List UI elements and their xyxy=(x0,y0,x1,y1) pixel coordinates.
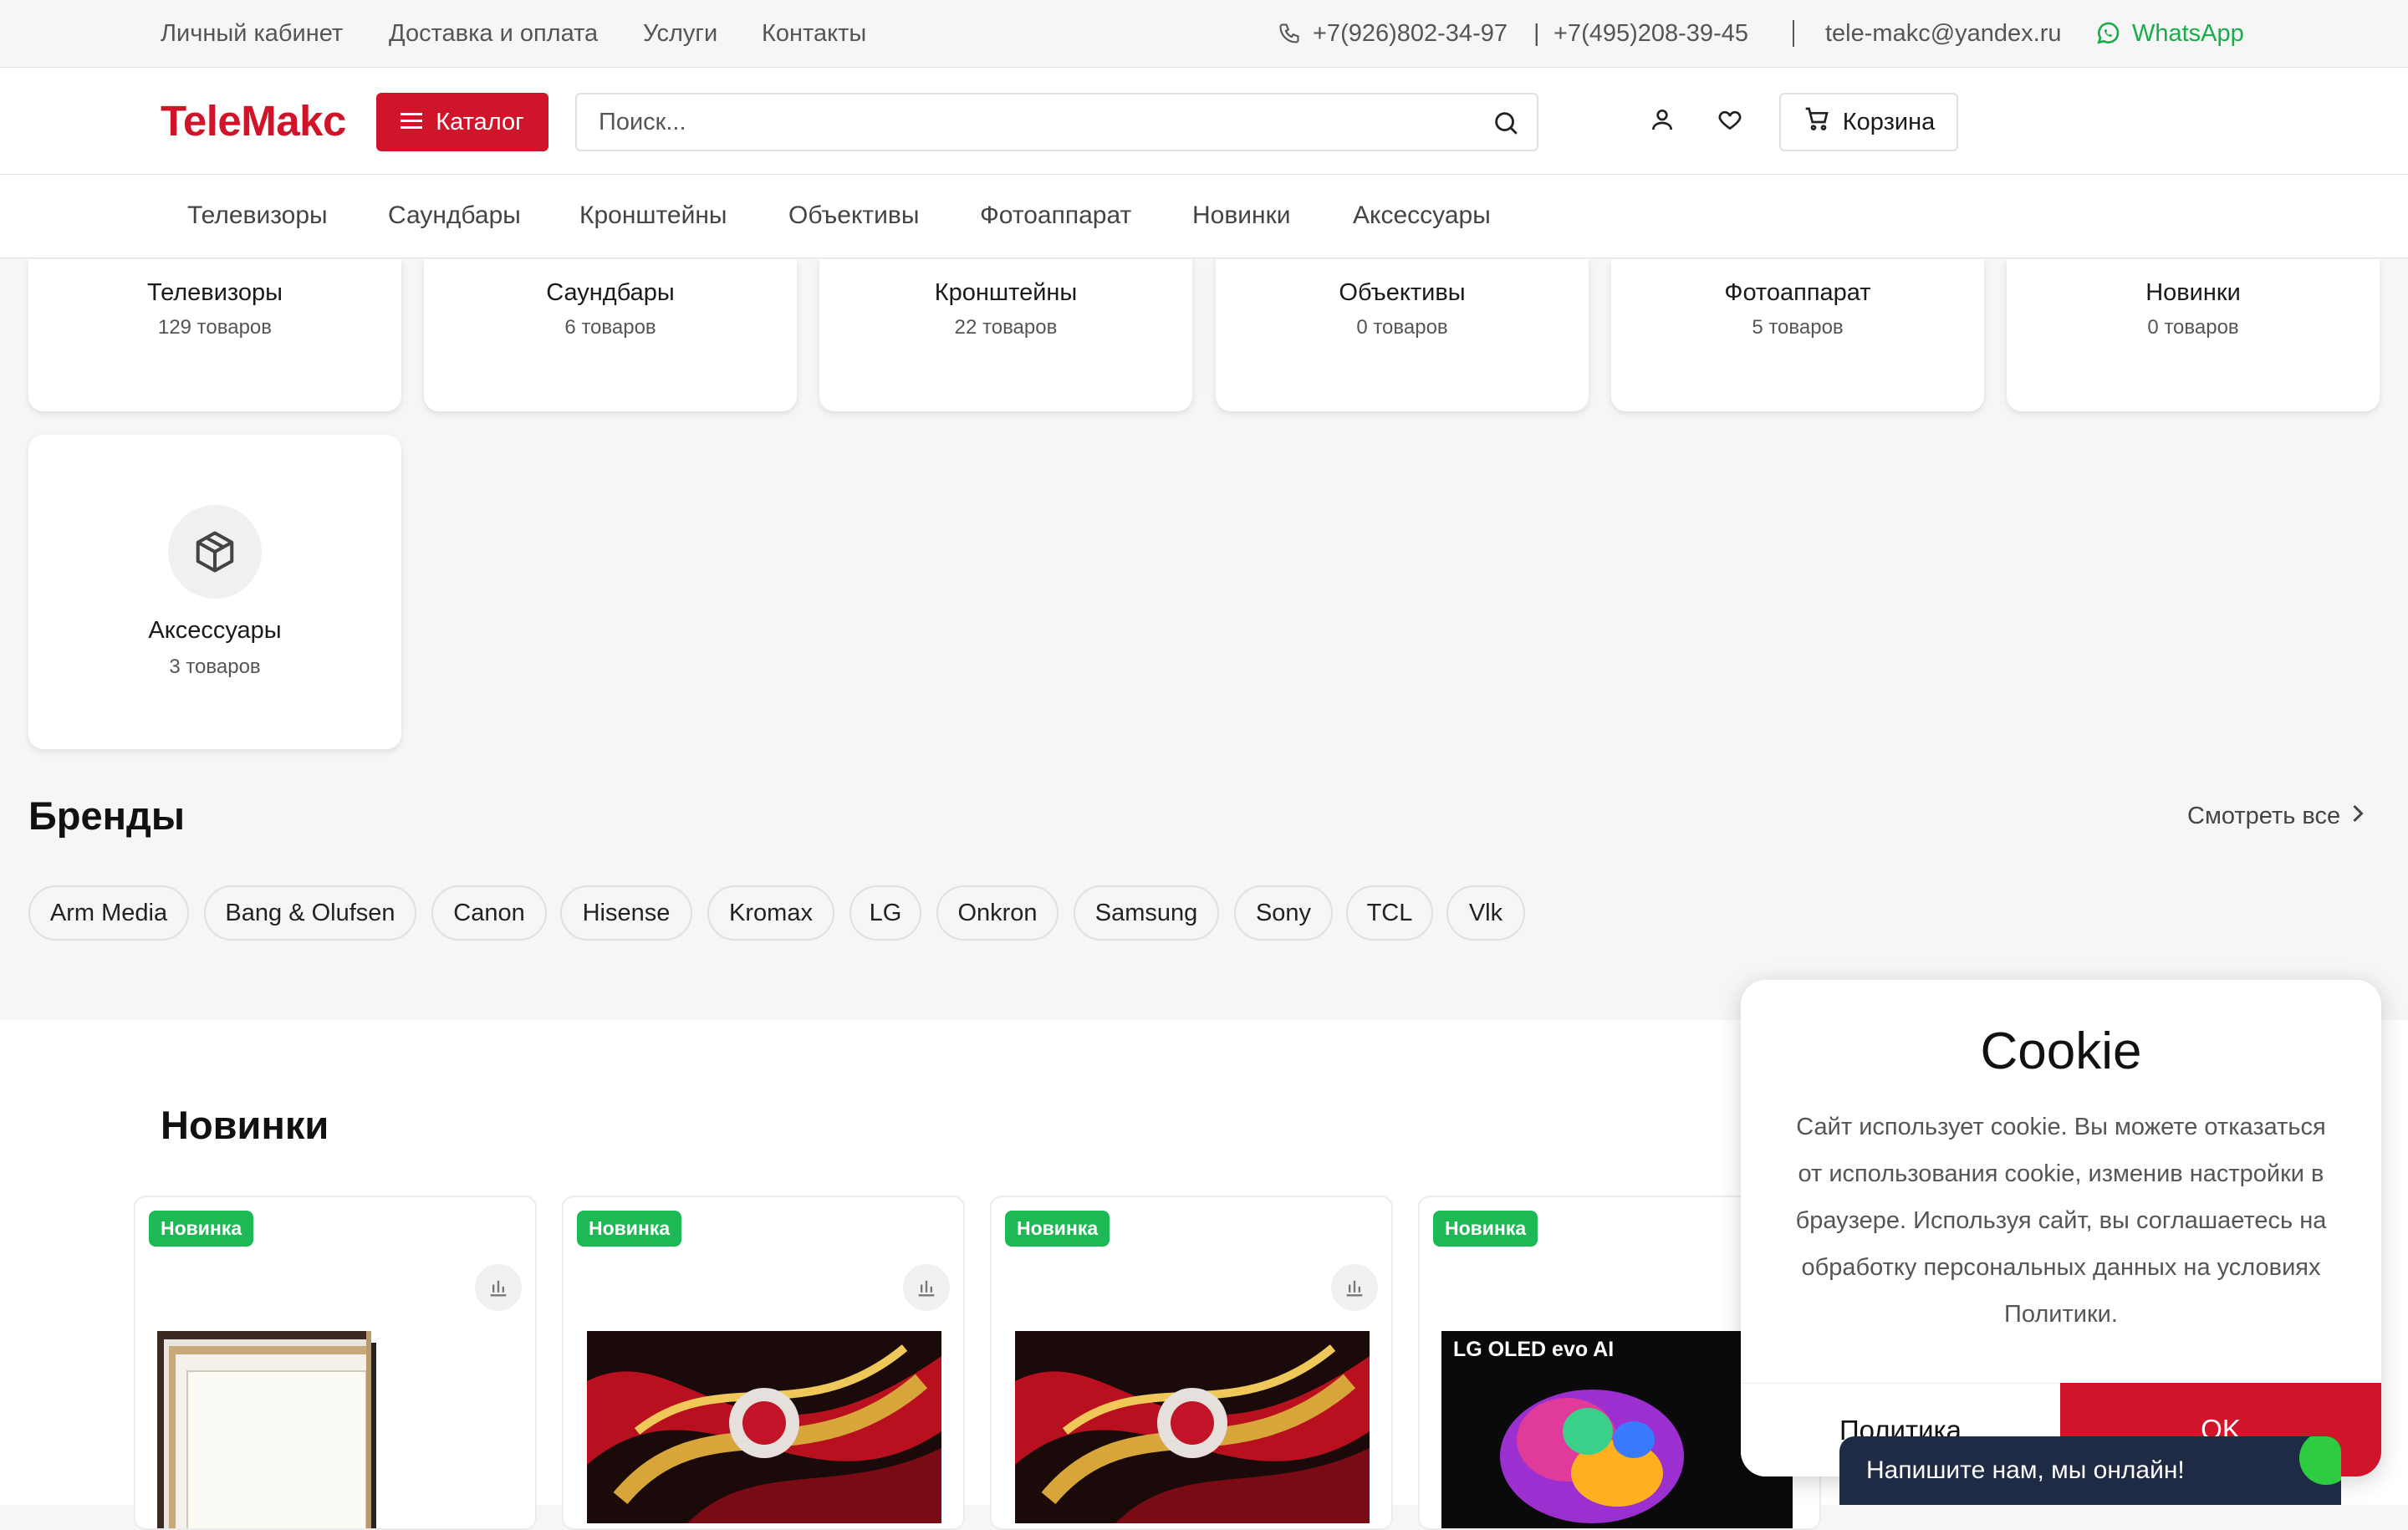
delivery-link[interactable]: Доставка и оплата xyxy=(389,18,598,48)
brand-chip[interactable]: Hisense xyxy=(560,885,692,941)
account-link[interactable]: Личный кабинет xyxy=(161,18,343,48)
category-name: Саундбары xyxy=(546,279,675,306)
new-products-title: Новинки xyxy=(161,1103,329,1147)
cart-label: Корзина xyxy=(1842,108,1936,135)
category-name: Новинки xyxy=(2145,279,2241,306)
see-all-label: Смотреть все xyxy=(2187,803,2341,829)
brand-chip[interactable]: TCL xyxy=(1346,885,1433,941)
chat-label: Напишите нам, мы онлайн! xyxy=(1866,1456,2185,1484)
online-indicator-icon xyxy=(2299,1436,2341,1485)
services-link[interactable]: Услуги xyxy=(643,18,717,48)
brand-chip[interactable]: Kromax xyxy=(707,885,834,941)
category-name: Кронштейны xyxy=(934,279,1078,306)
phone-1-link[interactable]: +7(926)802-34-97 xyxy=(1313,18,1508,48)
cart-button[interactable]: Корзина xyxy=(1779,93,1958,151)
brands-title: Бренды xyxy=(28,793,185,838)
nav-item-new[interactable]: Новинки xyxy=(1192,201,1291,230)
category-count: 3 товаров xyxy=(169,655,261,678)
brand-chip[interactable]: Vlk xyxy=(1446,885,1525,941)
category-name: Фотоаппарат xyxy=(1724,279,1871,306)
divider xyxy=(1793,20,1794,47)
nav-item-tvs[interactable]: Телевизоры xyxy=(187,201,328,230)
category-count: 22 товаров xyxy=(954,316,1058,339)
brand-chip[interactable]: Samsung xyxy=(1074,885,1219,941)
product-image: LG OLED evo AI xyxy=(1441,1331,1793,1528)
category-name: Объективы xyxy=(1339,279,1466,306)
box-icon xyxy=(168,505,262,599)
user-icon[interactable] xyxy=(1649,106,1676,137)
category-nav: Телевизоры Саундбары Кронштейны Объектив… xyxy=(0,175,2408,258)
compare-icon[interactable] xyxy=(1331,1264,1378,1311)
see-all-link[interactable]: Смотреть все xyxy=(2187,803,2365,830)
nav-item-lenses[interactable]: Объективы xyxy=(788,201,919,230)
whatsapp-icon xyxy=(2094,20,2121,51)
nav-item-accessories[interactable]: Аксессуары xyxy=(1353,201,1491,230)
logo[interactable]: TeleMakc xyxy=(161,96,346,145)
compare-icon[interactable] xyxy=(475,1264,522,1311)
brand-chip[interactable]: Sony xyxy=(1234,885,1333,941)
search-icon[interactable] xyxy=(1492,109,1520,141)
top-bar: Личный кабинет Доставка и оплата Услуги … xyxy=(0,0,2408,68)
lg-brand-text: LG OLED evo AI xyxy=(1453,1338,1615,1361)
product-image xyxy=(1015,1331,1370,1528)
new-badge: Новинка xyxy=(1433,1211,1538,1247)
brand-chip[interactable]: Arm Media xyxy=(28,885,189,941)
menu-icon xyxy=(400,109,423,136)
header: TeleMakc Каталог Корзина xyxy=(0,68,2408,175)
new-badge: Новинка xyxy=(577,1211,682,1247)
category-card-soundbars[interactable]: Саундбары 6 товаров xyxy=(424,259,797,411)
category-count: 6 товаров xyxy=(564,316,656,339)
category-card-cameras[interactable]: Фотоаппарат 5 товаров xyxy=(1611,259,1984,411)
phone-separator: | xyxy=(1533,20,1540,47)
nav-item-brackets[interactable]: Кронштейны xyxy=(579,201,727,230)
brand-chip[interactable]: Bang & Olufsen xyxy=(204,885,416,941)
category-card-tvs[interactable]: Телевизоры 129 товаров xyxy=(28,259,401,411)
cookie-text: Сайт использует cookie. Вы можете отказа… xyxy=(1795,1114,2327,1328)
category-count: 129 товаров xyxy=(157,316,273,339)
whatsapp-link[interactable]: WhatsApp xyxy=(2132,18,2244,48)
compare-icon[interactable] xyxy=(903,1264,950,1311)
brand-chip[interactable]: LG xyxy=(849,885,921,941)
category-count: 5 товаров xyxy=(1752,316,1844,339)
phone-icon xyxy=(1278,22,1301,49)
email-link[interactable]: tele-makc@yandex.ru xyxy=(1825,18,2062,48)
product-card[interactable]: Новинка xyxy=(562,1196,965,1530)
category-card-lenses[interactable]: Объективы 0 товаров xyxy=(1216,259,1589,411)
category-card-brackets[interactable]: Кронштейны 22 товаров xyxy=(819,259,1192,411)
new-badge: Новинка xyxy=(149,1211,254,1247)
product-card[interactable]: Новинка xyxy=(990,1196,1393,1530)
brand-chip[interactable]: Canon xyxy=(431,885,547,941)
category-card-new[interactable]: Новинки 0 товаров xyxy=(2007,259,2380,411)
brand-chip[interactable]: Onkron xyxy=(936,885,1059,941)
cookie-title: Cookie xyxy=(1980,1023,2142,1080)
cart-icon xyxy=(1803,105,1831,139)
nav-item-cameras[interactable]: Фотоаппарат xyxy=(980,201,1131,230)
category-count: 0 товаров xyxy=(2147,316,2239,339)
product-image xyxy=(587,1331,941,1528)
contacts-link[interactable]: Контакты xyxy=(762,18,866,48)
new-badge: Новинка xyxy=(1005,1211,1110,1247)
category-card-accessories[interactable]: Аксессуары 3 товаров xyxy=(28,435,401,749)
category-count: 0 товаров xyxy=(1356,316,1448,339)
nav-item-soundbars[interactable]: Саундбары xyxy=(388,201,521,230)
category-name: Телевизоры xyxy=(147,279,283,306)
product-image xyxy=(157,1331,512,1528)
heart-icon[interactable] xyxy=(1716,106,1744,137)
search-box[interactable] xyxy=(575,93,1538,151)
catalog-button[interactable]: Каталог xyxy=(376,93,548,151)
product-card[interactable]: Новинка xyxy=(134,1196,537,1530)
cookie-dialog: Cookie Сайт использует cookie. Вы можете… xyxy=(1741,980,2381,1476)
catalog-label: Каталог xyxy=(436,108,524,135)
chat-widget[interactable]: Напишите нам, мы онлайн! xyxy=(1839,1436,2341,1505)
phone-2-link[interactable]: +7(495)208-39-45 xyxy=(1553,18,1748,48)
search-input[interactable] xyxy=(597,94,1467,150)
category-name: Аксессуары xyxy=(148,617,282,644)
chevron-right-icon xyxy=(2350,803,2365,830)
